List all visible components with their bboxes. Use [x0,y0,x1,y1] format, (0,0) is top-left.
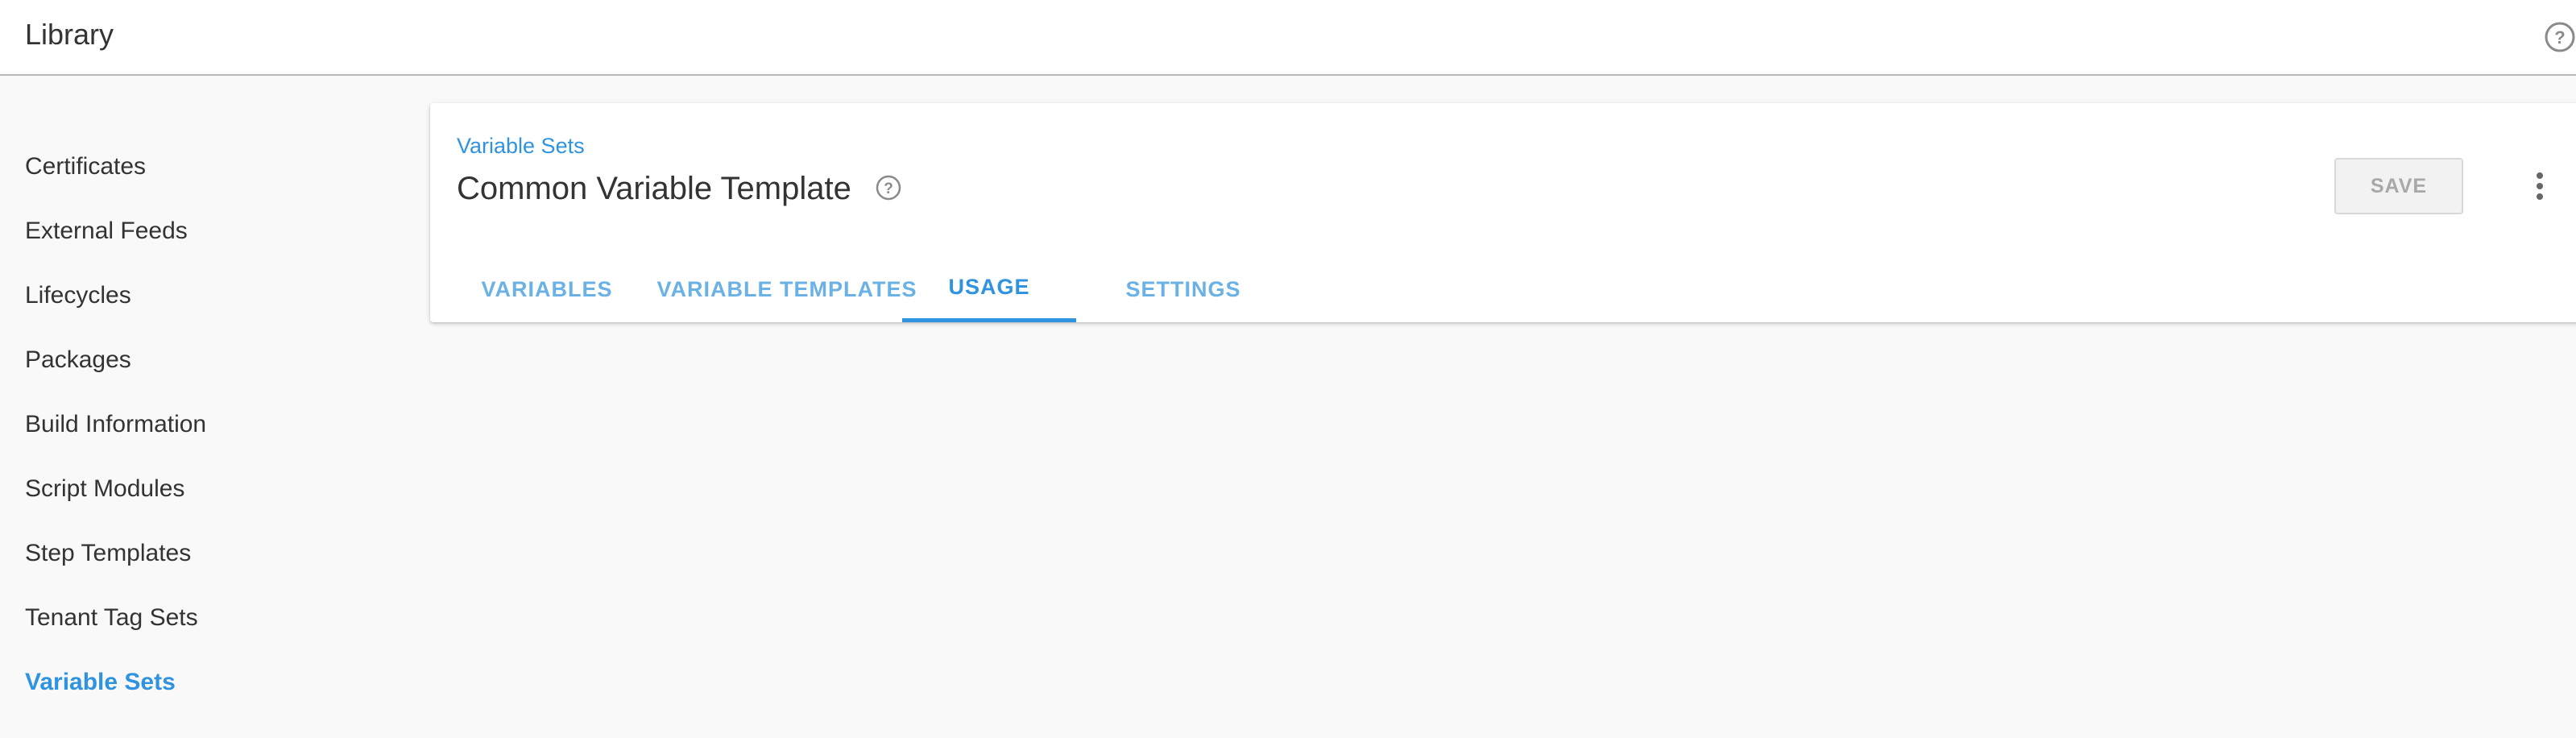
top-bar: Library ? [0,0,2576,76]
page-title: Common Variable Template [457,171,851,206]
tab-settings[interactable]: SETTINGS [1083,256,1284,322]
help-icon[interactable]: ? [2544,21,2576,53]
sidebar-nav: Certificates External Feeds Lifecycles P… [0,77,403,738]
sidebar-item-packages[interactable]: Packages [25,346,131,374]
sidebar-item-external-feeds[interactable]: External Feeds [25,218,188,245]
sidebar-item-certificates[interactable]: Certificates [25,153,146,180]
breadcrumb-variable-sets[interactable]: Variable Sets [457,134,585,159]
sidebar-item-step-templates[interactable]: Step Templates [25,540,191,567]
sidebar-item-lifecycles[interactable]: Lifecycles [25,282,131,309]
tab-usage[interactable]: USAGE [902,256,1076,322]
sidebar-item-tenant-tag-sets[interactable]: Tenant Tag Sets [25,604,198,632]
more-vertical-icon[interactable] [2520,166,2560,206]
page-header-title: Library [25,18,114,51]
title-help-icon[interactable]: ? [875,174,902,201]
svg-text:?: ? [884,180,893,197]
tab-variables[interactable]: VARIABLES [462,256,632,322]
save-button[interactable]: SAVE [2334,158,2463,214]
tab-variable-templates[interactable]: VARIABLE TEMPLATES [632,256,942,322]
tab-bar: VARIABLES VARIABLE TEMPLATES USAGE SETTI… [430,256,1397,322]
sidebar-item-script-modules[interactable]: Script Modules [25,475,184,503]
sidebar-item-variable-sets[interactable]: Variable Sets [25,669,176,696]
variable-set-card: Variable Sets Common Variable Template ?… [430,103,2576,322]
svg-text:?: ? [2554,27,2565,48]
sidebar-item-build-information[interactable]: Build Information [25,411,206,438]
